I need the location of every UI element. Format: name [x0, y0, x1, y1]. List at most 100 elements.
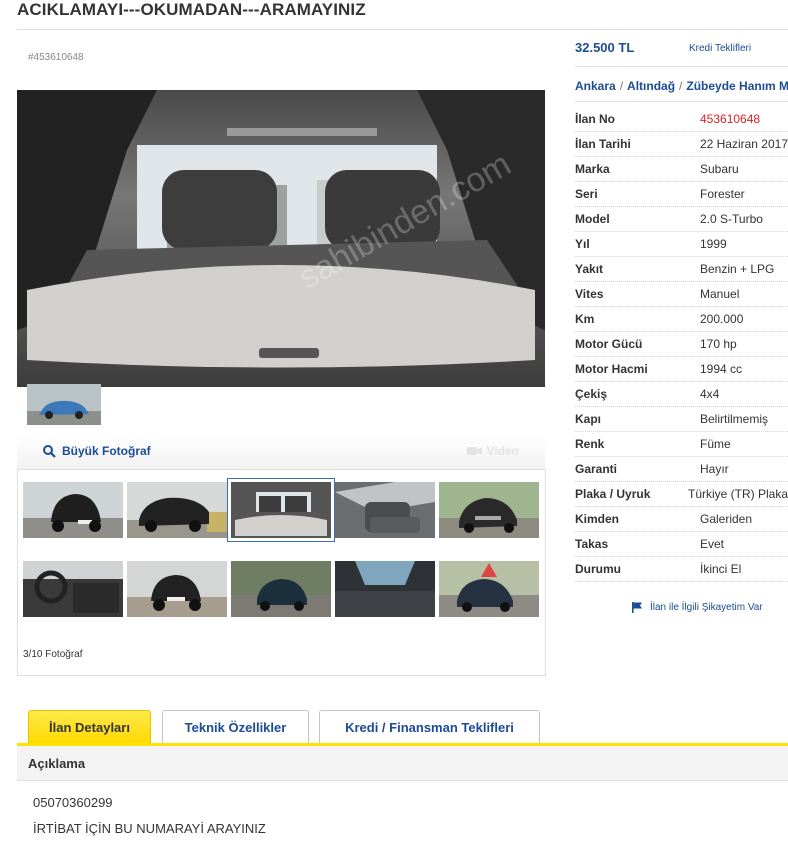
thumbnail-9[interactable] — [335, 561, 435, 617]
title-divider — [17, 29, 788, 30]
thumbnail-3-selected[interactable] — [227, 478, 335, 542]
detail-label: Takas — [575, 537, 609, 551]
detail-row-yakit: Yakıt Benzin + LPG — [575, 257, 788, 282]
detail-value: 453610648 — [700, 112, 761, 126]
detail-label: Vites — [575, 287, 604, 301]
description-line-text: İRTİBAT İÇİN BU NUMARAYİ ARAYINIZ — [33, 821, 266, 836]
detail-row-renk: Renk Füme — [575, 432, 788, 457]
breadcrumb-city[interactable]: Ankara — [575, 79, 616, 93]
detail-label: Renk — [575, 437, 605, 451]
detail-value: Galeriden — [700, 512, 753, 526]
description-header: Açıklama — [17, 746, 788, 781]
big-photo-button[interactable]: Büyük Fotoğraf — [43, 444, 151, 458]
thumbnail-4[interactable] — [335, 482, 435, 538]
detail-value: Türkiye (TR) Plaka — [687, 487, 788, 501]
detail-row-garanti: Garanti Hayır — [575, 457, 788, 482]
complaint-label: İlan ile İlgili Şikayetim Var — [650, 602, 763, 613]
detail-value: Subaru — [700, 162, 739, 176]
detail-value: 200.000 — [700, 312, 744, 326]
detail-value: Hayır — [700, 462, 729, 476]
page-title: ACIKLAMAYI---OKUMADAN---ARAMAYINIZ — [17, 0, 366, 19]
breadcrumb-neighborhood[interactable]: Zübeyde Hanım M — [686, 79, 788, 93]
detail-row-model: Model 2.0 S-Turbo — [575, 207, 788, 232]
detail-row-ilan-no: İlan No 453610648 — [575, 107, 788, 132]
small-car-thumbnail[interactable] — [27, 384, 101, 425]
detail-row-kapi: Kapı Belirtilmemiş — [575, 407, 788, 432]
detail-row-km: Km 200.000 — [575, 307, 788, 332]
detail-row-marka: Marka Subaru — [575, 157, 788, 182]
thumbnail-8[interactable] — [231, 561, 331, 617]
thumbnail-7[interactable] — [127, 561, 227, 617]
detail-label: Kapı — [575, 412, 602, 426]
detail-row-yil: Yıl 1999 — [575, 232, 788, 257]
breadcrumb-separator: / — [619, 79, 624, 93]
detail-value: Benzin + LPG — [700, 262, 775, 276]
detail-value: 2.0 S-Turbo — [700, 212, 763, 226]
detail-label: İlan Tarihi — [575, 137, 631, 151]
detail-row-plaka-uyruk: Plaka / Uyruk Türkiye (TR) Plaka — [575, 482, 788, 507]
location-breadcrumb: Ankara / Altındağ / Zübeyde Hanım M — [575, 79, 788, 93]
detail-value: İkinci El — [700, 562, 742, 576]
detail-label: Garanti — [575, 462, 618, 476]
detail-value: 1994 cc — [700, 362, 743, 376]
detail-label: İlan No — [575, 112, 616, 126]
detail-label: Marka — [575, 162, 610, 176]
listing-details-table: İlan No 453610648 İlan Tarihi 22 Haziran 2… — [575, 107, 788, 582]
description-heading: Açıklama — [28, 756, 86, 771]
tab-kredi-finansman[interactable]: Kredi / Finansman Teklifleri — [319, 710, 540, 744]
complaint-link[interactable]: İlan ile İlgili Şikayetim Var — [632, 602, 763, 613]
big-photo-label: Büyük Fotoğraf — [62, 444, 151, 458]
detail-label: Kimden — [575, 512, 620, 526]
credit-offers-link[interactable]: Kredi Teklifleri — [689, 43, 751, 54]
detail-row-cekis: Çekiş 4x4 — [575, 382, 788, 407]
detail-value: 1999 — [700, 237, 727, 251]
detail-row-takas: Takas Evet — [575, 532, 788, 557]
detail-row-motor-hacmi: Motor Hacmi 1994 cc — [575, 357, 788, 382]
detail-label: Model — [575, 212, 610, 226]
detail-label: Yakıt — [575, 262, 604, 276]
detail-value: Manuel — [700, 287, 740, 301]
breadcrumb-district[interactable]: Altındağ — [627, 79, 675, 93]
breadcrumb-separator: / — [679, 79, 683, 93]
detail-value: Füme — [700, 437, 731, 451]
photo-counter: 3/10 Fotoğraf — [23, 649, 83, 660]
detail-label: Çekiş — [575, 387, 608, 401]
detail-row-vites: Vites Manuel — [575, 282, 788, 307]
breadcrumb-divider — [575, 101, 788, 102]
video-camera-icon — [466, 447, 482, 455]
detail-value: 4x4 — [700, 387, 720, 401]
detail-label: Motor Gücü — [575, 337, 643, 351]
price-divider — [575, 66, 788, 67]
thumbnail-10[interactable] — [439, 561, 539, 617]
detail-label: Durumu — [575, 562, 621, 576]
detail-row-kimden: Kimden Galeriden — [575, 507, 788, 532]
price: 32.500 TL — [575, 40, 635, 55]
thumbnail-5[interactable] — [439, 482, 539, 538]
detail-row-durumu: Durumu İkinci El — [575, 557, 788, 582]
description-line-phone: 05070360299 — [33, 795, 113, 810]
detail-label: Seri — [575, 187, 598, 201]
detail-row-ilan-tarihi: İlan Tarihi 22 Haziran 2017 — [575, 132, 788, 157]
thumbnail-6[interactable] — [23, 561, 123, 617]
video-label: Video — [486, 444, 519, 458]
detail-label: Km — [575, 312, 595, 326]
gallery-toolbar: Büyük Fotoğraf Video — [17, 433, 545, 469]
detail-row-seri: Seri Forester — [575, 182, 788, 207]
detail-label: Motor Hacmi — [575, 362, 648, 376]
detail-value: 170 hp — [700, 337, 737, 351]
main-photo[interactable]: sahibinden.com — [17, 90, 545, 387]
tab-ilan-detaylari[interactable]: İlan Detayları — [28, 710, 151, 744]
thumbnail-2[interactable] — [127, 482, 227, 538]
magnifier-icon — [43, 444, 56, 458]
detail-value: 22 Haziran 2017 — [699, 137, 788, 151]
tab-teknik-ozellikler[interactable]: Teknik Özellikler — [162, 710, 309, 744]
flag-icon — [632, 602, 642, 613]
detail-value: Forester — [700, 187, 745, 201]
detail-row-motor-gucu: Motor Gücü 170 hp — [575, 332, 788, 357]
detail-label: Plaka / Uyruk — [575, 487, 651, 501]
video-button[interactable]: Video — [466, 444, 519, 458]
detail-value: Belirtilmemiş — [700, 412, 769, 426]
thumbnail-1[interactable] — [23, 482, 123, 538]
detail-label: Yıl — [575, 237, 590, 251]
listing-number-small: #453610648 — [28, 52, 84, 63]
